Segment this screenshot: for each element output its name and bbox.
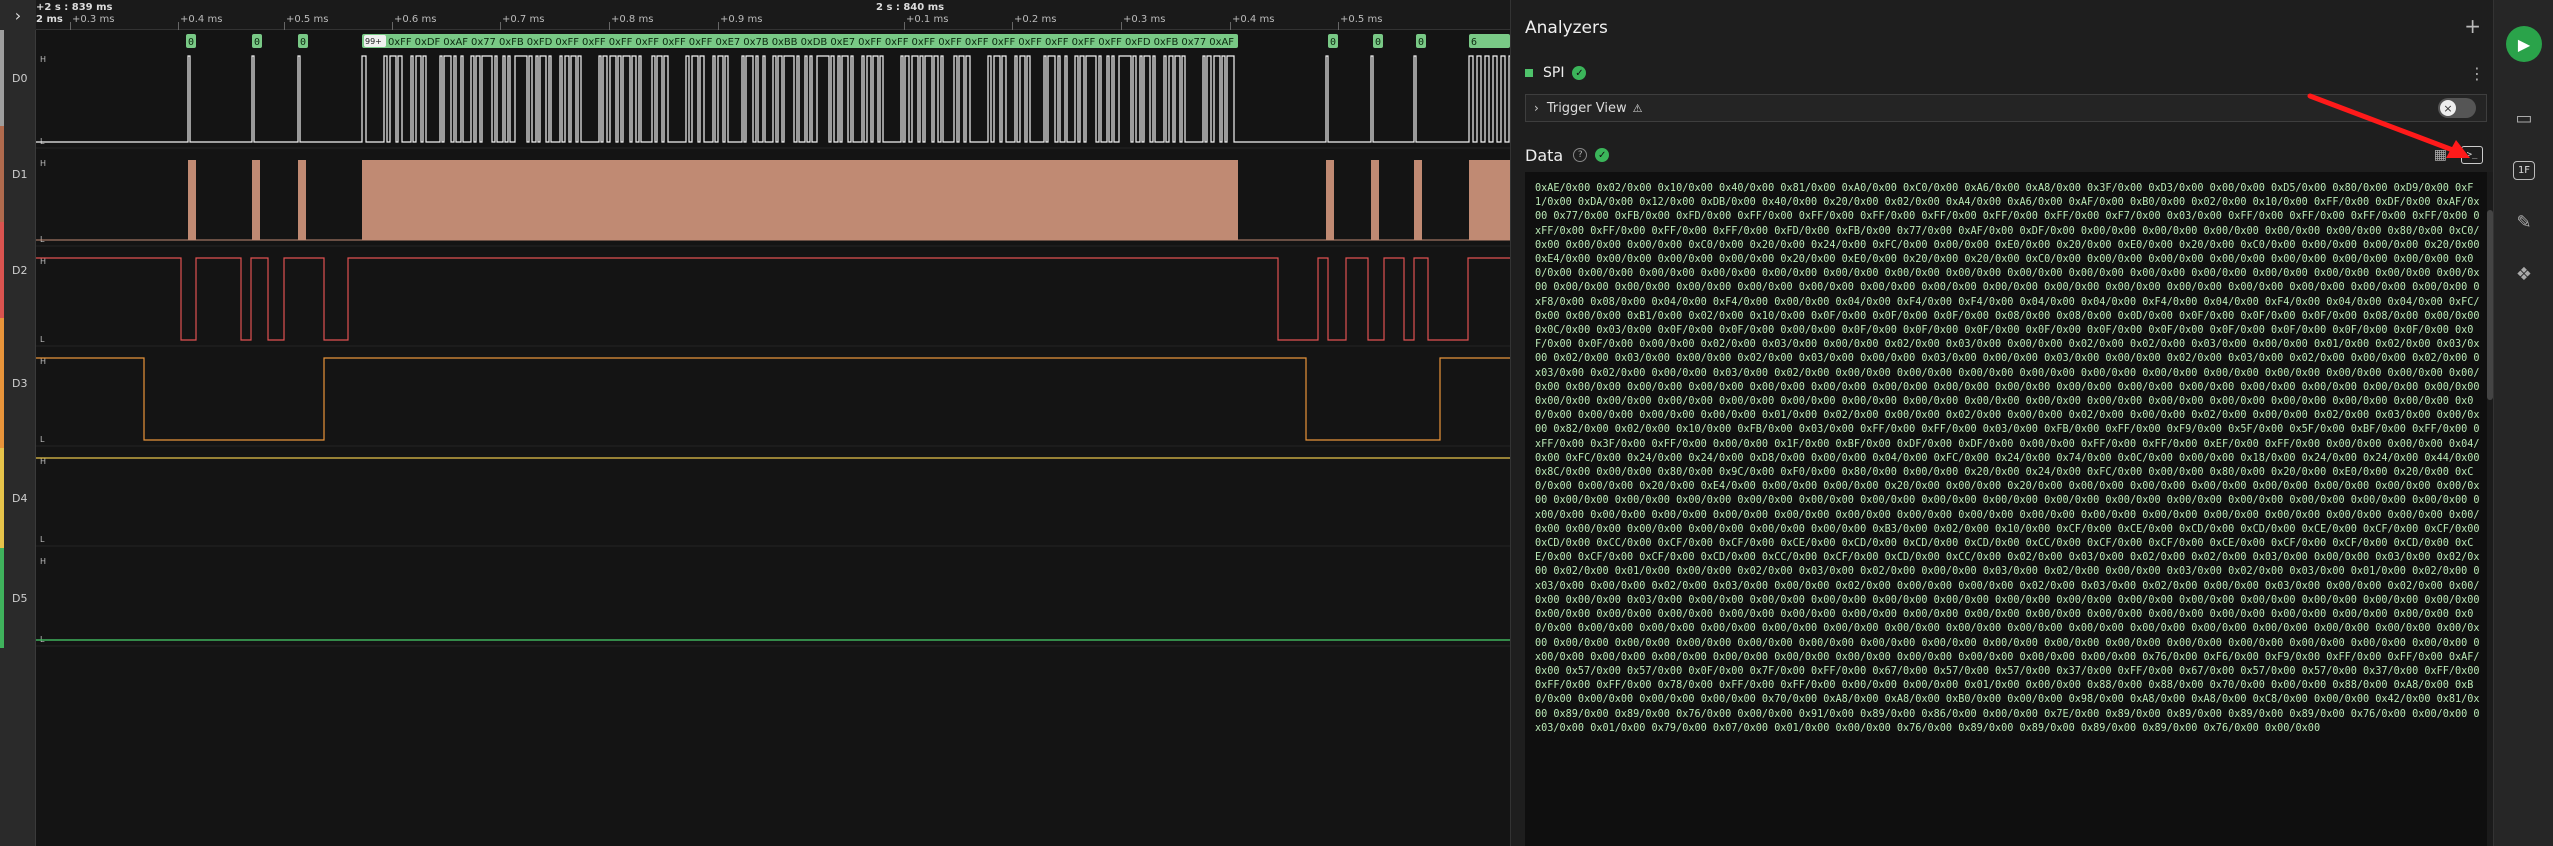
trigger-view-label: Trigger View	[1546, 100, 1627, 116]
protocol-bubble-run-text: 0xFF 0xDF 0xAF 0x77 0xFB 0xFD 0xFF 0xFF …	[388, 37, 1234, 48]
channel-name: D1	[12, 167, 28, 181]
chevron-right-icon[interactable]: ›	[0, 0, 36, 30]
channel-label-d0[interactable]: D0	[0, 30, 36, 126]
warning-icon: ⚠	[1632, 101, 1643, 115]
chevron-right-icon[interactable]: ›	[1534, 101, 1539, 115]
level-high-label: H	[40, 55, 46, 64]
play-icon: ▶	[2517, 34, 2531, 54]
protocol-bubble-text: 0	[188, 37, 194, 48]
waveform-d1-block	[362, 160, 1238, 240]
extensions-icon[interactable]: ❖	[2508, 260, 2540, 288]
analyzer-icon[interactable]: 1F	[2508, 156, 2540, 184]
annotation-arrow	[2307, 93, 2470, 158]
waveform-area[interactable]: › +2 s : 839 ms 2 ms 2 s : 840 ms +0.3 ms +0…	[0, 0, 1510, 846]
analyzer-color-swatch	[1525, 69, 1533, 77]
side-toolbar: ▶ ▭ 1F ✎ ❖	[2493, 0, 2553, 846]
analyzer-row-spi[interactable]: SPI ✓ ⋮	[1525, 62, 2485, 84]
waveform-d2	[36, 257, 1510, 341]
measure-icon[interactable]: ✎	[2508, 208, 2540, 236]
level-low-label: L	[40, 435, 45, 444]
start-capture-button[interactable]: ▶	[2506, 26, 2542, 62]
waveform-d1-block	[252, 160, 260, 240]
waveform-d1-block	[1414, 160, 1422, 240]
protocol-bubble-text: 0	[300, 37, 306, 48]
channel-label-d1[interactable]: D1	[0, 126, 36, 222]
data-title: Data	[1525, 145, 1564, 165]
panel-title: Analyzers	[1525, 18, 1608, 38]
level-low-label: L	[40, 335, 45, 344]
data-terminal[interactable]: 0xAE/0x00 0x02/0x00 0x10/0x00 0x40/0x00 …	[1525, 172, 2487, 846]
more-vertical-icon[interactable]: ⋮	[2469, 64, 2485, 83]
check-circle-icon: ✓	[1595, 148, 1610, 162]
protocol-bubble-text: 0	[1330, 37, 1336, 48]
waveform-d1-block	[188, 160, 196, 240]
waveform-d1-block	[1469, 160, 1510, 240]
level-low-label: L	[40, 535, 45, 544]
waveform-d1-block	[298, 160, 306, 240]
count-badge-text: 99+	[365, 37, 382, 46]
waveform-d3	[36, 357, 1510, 441]
protocol-bubble-text: 0	[1375, 37, 1381, 48]
protocol-bubble-text: 0	[254, 37, 260, 48]
device-icon[interactable]: ▭	[2508, 104, 2540, 132]
waveform-d1-block	[1326, 160, 1334, 240]
data-stream-text: 0xAE/0x00 0x02/0x00 0x10/0x00 0x40/0x00 …	[1535, 183, 2486, 734]
protocol-bubble-tail-text: 6	[1471, 37, 1477, 48]
channel-name: D0	[12, 71, 28, 85]
channel-label-d2[interactable]: D2	[0, 222, 36, 318]
waveform-d1-block	[1371, 160, 1379, 240]
channel-name: D4	[12, 491, 28, 505]
channel-label-d5[interactable]: D5	[0, 548, 36, 648]
level-high-label: H	[40, 159, 46, 168]
channel-name: D5	[12, 591, 28, 605]
add-analyzer-button[interactable]: +	[2464, 14, 2481, 38]
channel-name: D3	[12, 376, 28, 390]
level-high-label: H	[40, 557, 46, 566]
channel-label-d3[interactable]: D3	[0, 318, 36, 448]
channel-name: D2	[12, 263, 28, 277]
protocol-bubble-text: 0	[1418, 37, 1424, 48]
analyzer-name: SPI	[1543, 65, 1565, 81]
check-circle-icon: ✓	[1572, 66, 1587, 80]
help-icon[interactable]: ?	[1573, 148, 1588, 162]
channel-label-d4[interactable]: D4	[0, 448, 36, 548]
waveform-canvas[interactable]: HLHLHLHLHLHL00000099+0xFF 0xDF 0xAF 0x77…	[36, 0, 1510, 846]
waveform-d0	[36, 55, 1510, 143]
